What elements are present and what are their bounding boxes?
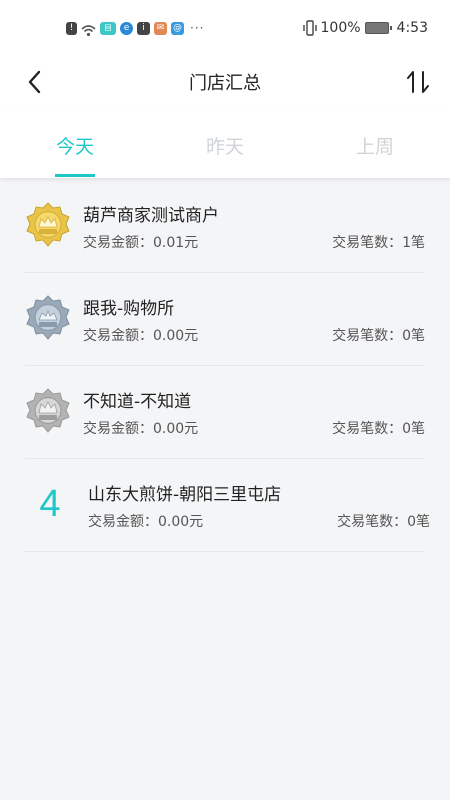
tab-today[interactable]: 今天 [0, 108, 150, 178]
more-notifications: ··· [190, 21, 205, 35]
battery-percent: 100% [320, 20, 361, 36]
silver-medal-icon [26, 295, 70, 340]
tab-yesterday[interactable]: 昨天 [150, 108, 300, 178]
page-title: 门店汇总 [189, 73, 261, 94]
status-bar: ! 回 e i ✉ @ ··· 100% 4:53 [0, 0, 450, 56]
notification-icons: ! 回 e i ✉ @ ··· [66, 20, 204, 36]
clock: 4:53 [396, 20, 428, 36]
list-item[interactable]: 跟我-购物所 交易金额：0.00元 交易笔数：0笔 [25, 273, 425, 366]
store-name: 山东大煎饼-朝阳三里屯店 [88, 485, 282, 505]
trade-amount: 交易金额：0.00元 [83, 421, 199, 437]
rank-number: 4 [39, 483, 61, 525]
wifi-icon [81, 22, 96, 36]
trade-count: 交易笔数：0笔 [337, 514, 430, 530]
list-item[interactable]: 4 山东大煎饼-朝阳三里屯店 交易金额：0.00元 交易笔数：0笔 [25, 459, 430, 552]
chat-icon: ✉ [154, 21, 167, 35]
battery-icon [364, 22, 392, 34]
trade-count: 交易笔数：1笔 [332, 235, 425, 251]
trade-amount: 交易金额：0.00元 [88, 514, 204, 530]
list-item[interactable]: 不知道-不知道 交易金额：0.00元 交易笔数：0笔 [25, 366, 425, 459]
active-tab-indicator [55, 174, 95, 177]
nav-bar: 门店汇总 [0, 56, 450, 108]
store-name: 跟我-购物所 [83, 299, 175, 319]
browser-icon: e [120, 21, 133, 35]
period-tabs: 今天 昨天 上周 [0, 108, 450, 178]
store-name: 不知道-不知道 [83, 392, 192, 412]
store-ranking-list: 葫芦商家测试商户 交易金额：0.01元 交易笔数：1笔 跟我-购物所 交易金额：… [0, 180, 450, 552]
info-icon: i [137, 21, 150, 35]
store-name: 葫芦商家测试商户 [83, 206, 219, 226]
gold-medal-icon [26, 202, 70, 247]
trade-amount: 交易金额：0.00元 [83, 328, 199, 344]
trade-amount: 交易金额：0.01元 [83, 235, 199, 251]
email-icon: @ [171, 21, 184, 35]
sort-icon [407, 71, 429, 93]
app-icon: 回 [100, 21, 116, 35]
list-item[interactable]: 葫芦商家测试商户 交易金额：0.01元 交易笔数：1笔 [25, 180, 425, 273]
sort-button[interactable] [402, 66, 434, 98]
trade-count: 交易笔数：0笔 [332, 421, 425, 437]
alert-icon: ! [66, 21, 77, 35]
vibrate-icon [302, 20, 317, 36]
bronze-medal-icon [26, 388, 70, 433]
trade-count: 交易笔数：0笔 [332, 328, 425, 344]
tab-last-week[interactable]: 上周 [300, 108, 450, 178]
system-status: 100% 4:53 [302, 18, 428, 38]
